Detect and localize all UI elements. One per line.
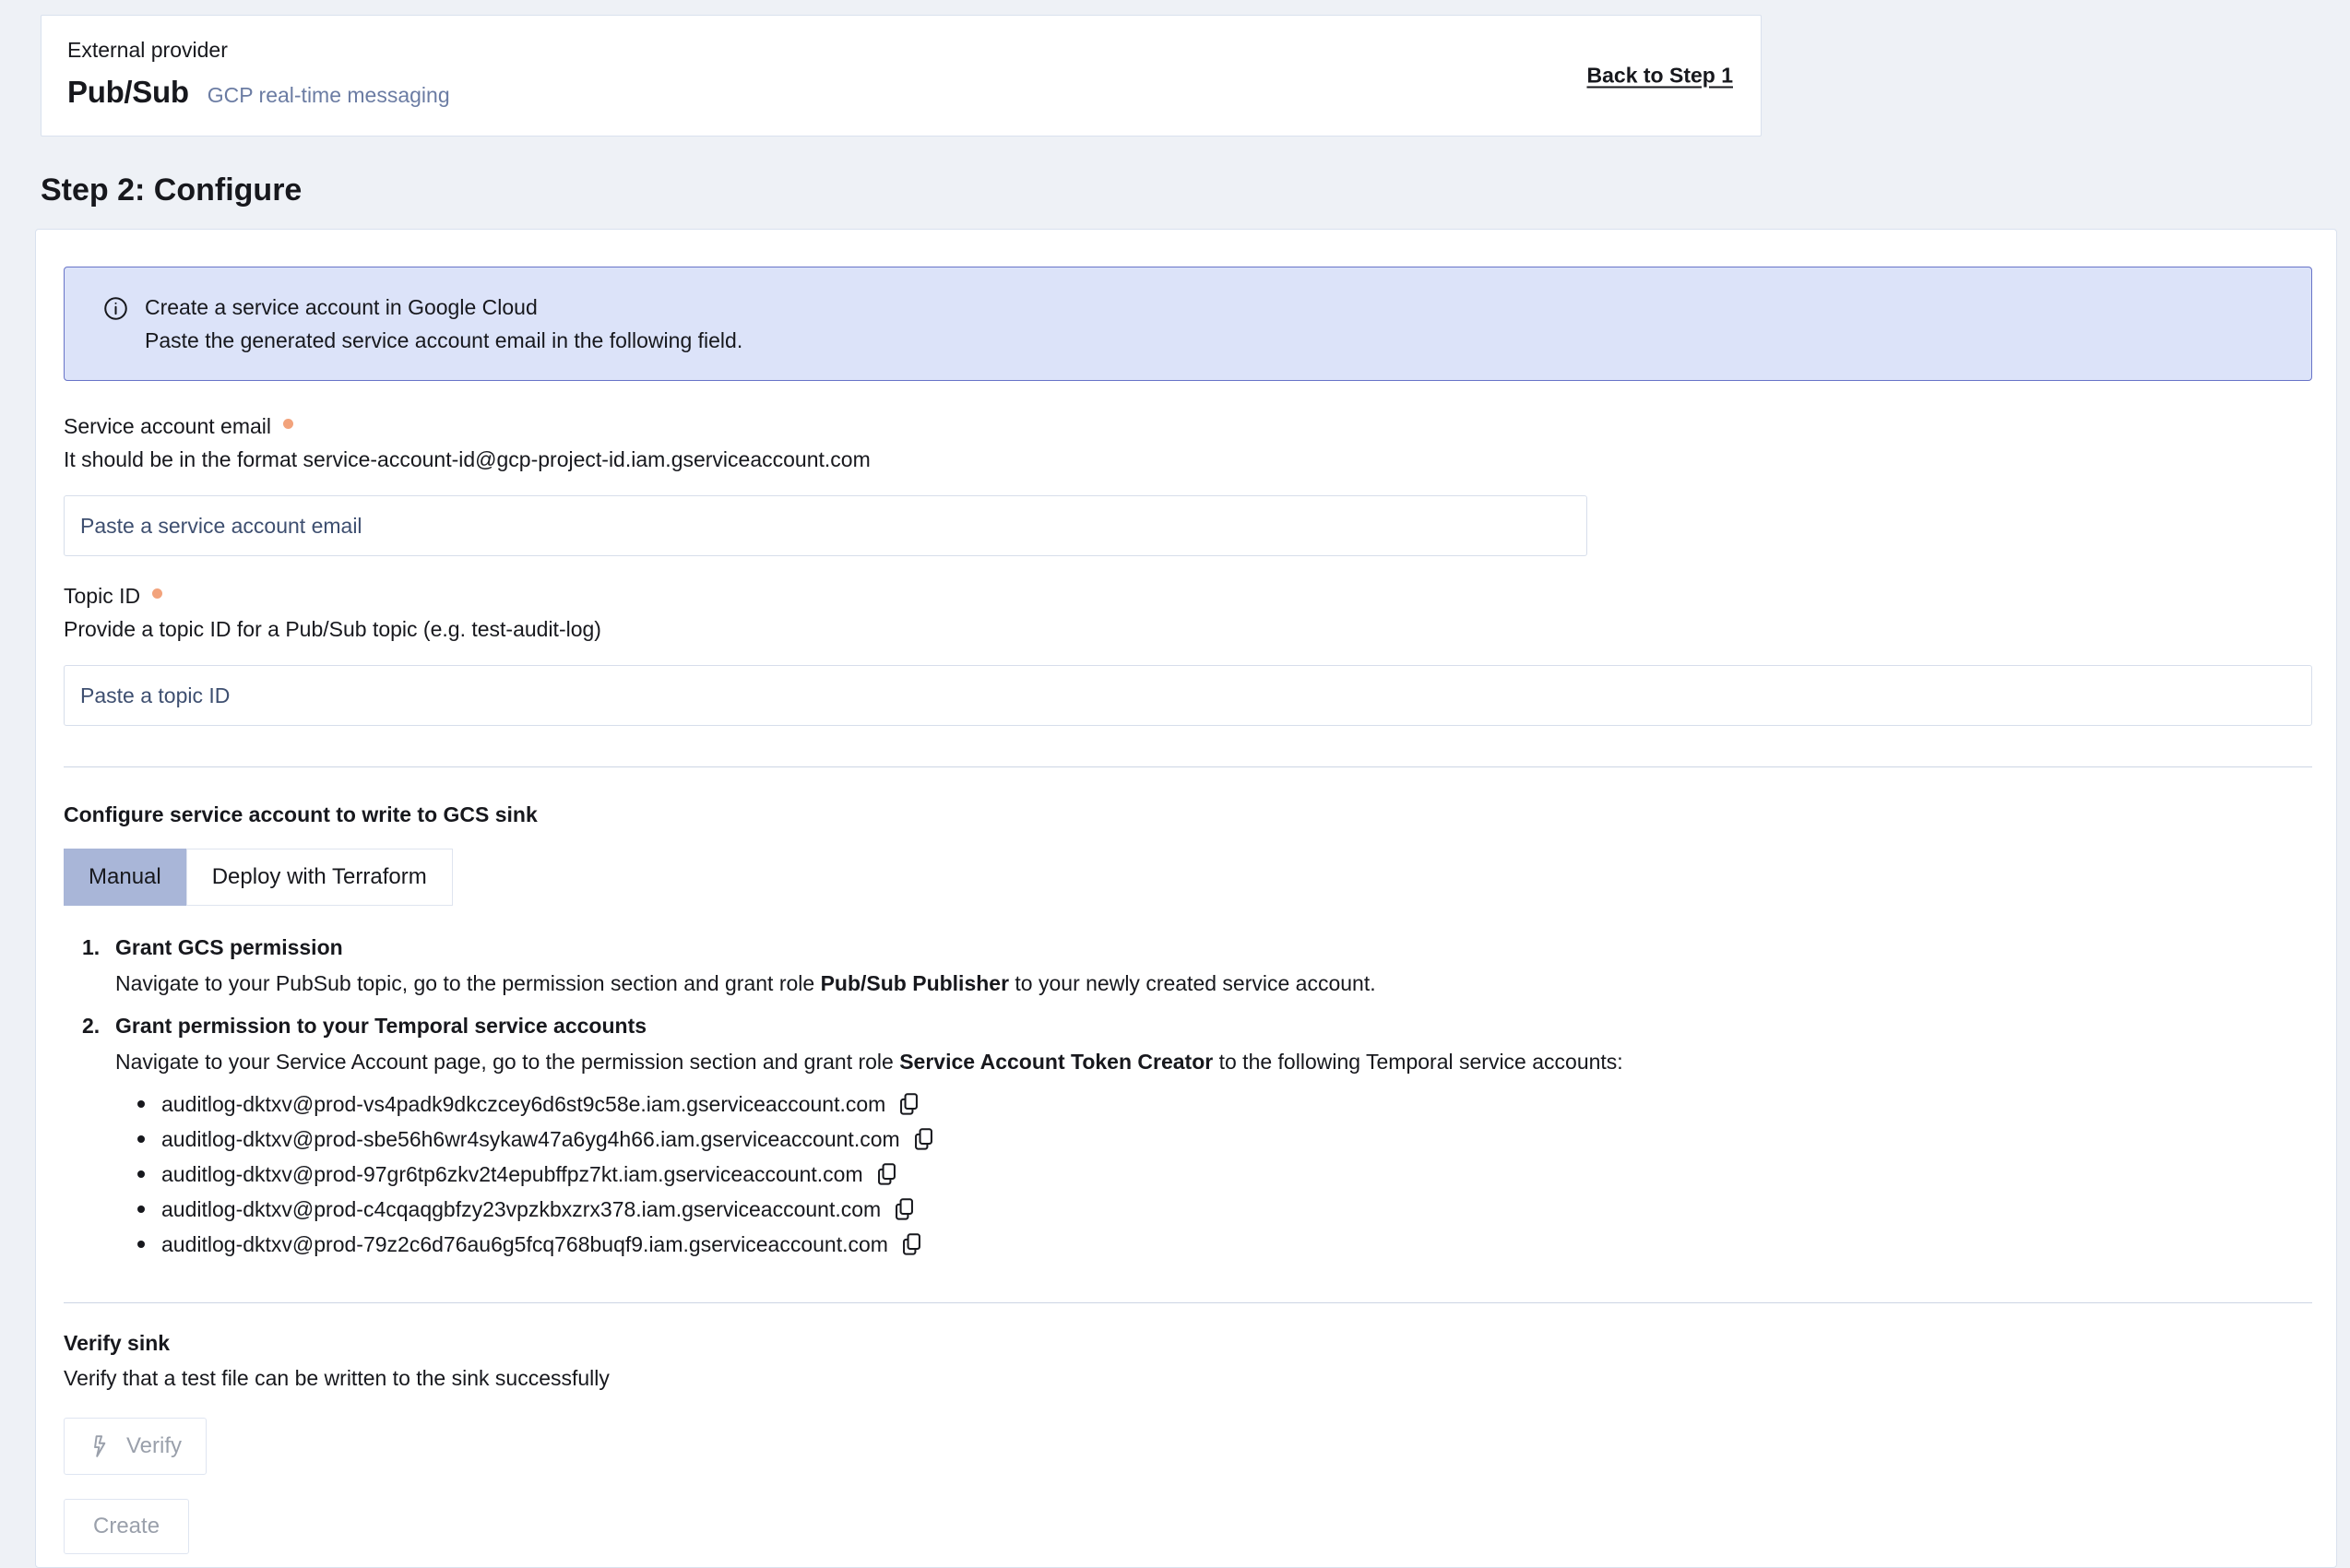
step-body: Navigate to your Service Account page, g… (115, 1048, 2312, 1075)
verify-button-label: Verify (126, 1433, 182, 1459)
step-body: Navigate to your PubSub topic, go to the… (115, 969, 2312, 997)
section-divider (64, 766, 2312, 767)
service-account-email-field-group: Service account email It should be in th… (64, 412, 2312, 556)
step-body-role-name: Pub/Sub Publisher (821, 971, 1009, 995)
topic-id-helper: Provide a topic ID for a Pub/Sub topic (… (64, 615, 2312, 643)
back-to-step-1-link[interactable]: Back to Step 1 (1587, 64, 1734, 89)
copy-icon (901, 1232, 922, 1257)
copy-button[interactable] (894, 1197, 915, 1222)
copy-icon (898, 1092, 920, 1117)
step-grant-temporal-permission: Grant permission to your Temporal servic… (89, 1012, 2312, 1262)
copy-icon (876, 1162, 897, 1187)
info-banner-text: Create a service account in Google Cloud… (145, 291, 742, 357)
provider-eyebrow: External provider (67, 36, 1735, 64)
verify-sink-heading: Verify sink (64, 1329, 2312, 1357)
service-account-row: auditlog-dktxv@prod-97gr6tp6zkv2t4epubff… (137, 1157, 2312, 1192)
service-account-email-label-row: Service account email (64, 412, 2312, 440)
service-account-email-helper: It should be in the format service-accou… (64, 445, 2312, 473)
step-title: Grant permission to your Temporal servic… (115, 1012, 2312, 1039)
service-account-email-input[interactable] (64, 495, 1587, 556)
section-divider (64, 1302, 2312, 1303)
service-account-email: auditlog-dktxv@prod-c4cqaqgbfzy23vpzkbxz… (161, 1197, 881, 1222)
create-button-label: Create (93, 1514, 160, 1539)
verify-button-row: Verify (64, 1392, 2312, 1475)
provider-name-row: Pub/Sub GCP real-time messaging (67, 75, 1735, 110)
service-account-email: auditlog-dktxv@prod-97gr6tp6zkv2t4epubff… (161, 1162, 863, 1187)
info-banner-title: Create a service account in Google Cloud (145, 291, 742, 324)
lightning-bolt-icon (89, 1434, 113, 1458)
service-account-row: auditlog-dktxv@prod-c4cqaqgbfzy23vpzkbxz… (137, 1192, 2312, 1227)
service-account-email: auditlog-dktxv@prod-vs4padk9dkczcey6d6st… (161, 1092, 885, 1117)
copy-button[interactable] (898, 1092, 920, 1117)
topic-id-label-row: Topic ID (64, 582, 2312, 610)
service-account-email: auditlog-dktxv@prod-sbe56h6wr4sykaw47a6y… (161, 1127, 900, 1152)
tab-deploy-with-terraform[interactable]: Deploy with Terraform (186, 849, 453, 906)
provider-name: Pub/Sub (67, 75, 189, 110)
verify-sink-description: Verify that a test file can be written t… (64, 1364, 2312, 1392)
step-body-text: to your newly created service account. (1009, 971, 1376, 995)
info-banner-body: Paste the generated service account emai… (145, 324, 742, 357)
topic-id-input[interactable] (64, 665, 2312, 726)
step-grant-gcs-permission: Grant GCS permission Navigate to your Pu… (89, 933, 2312, 997)
configure-steps: Grant GCS permission Navigate to your Pu… (64, 933, 2312, 1262)
provider-header-card: External provider Pub/Sub GCP real-time … (41, 15, 1762, 137)
required-dot (152, 588, 162, 599)
service-account-row: auditlog-dktxv@prod-vs4padk9dkczcey6d6st… (137, 1087, 2312, 1122)
tab-manual[interactable]: Manual (64, 849, 186, 906)
step-body-role-name: Service Account Token Creator (899, 1050, 1213, 1074)
step-body-text: Navigate to your PubSub topic, go to the… (115, 971, 821, 995)
configure-tabs: Manual Deploy with Terraform (64, 849, 453, 906)
copy-icon (913, 1127, 934, 1152)
info-circle-icon (103, 296, 128, 326)
provider-subtitle: GCP real-time messaging (208, 83, 450, 108)
configure-card: Create a service account in Google Cloud… (35, 229, 2337, 1568)
service-account-row: auditlog-dktxv@prod-79z2c6d76au6g5fcq768… (137, 1227, 2312, 1262)
verify-button[interactable]: Verify (64, 1418, 207, 1475)
service-account-row: auditlog-dktxv@prod-sbe56h6wr4sykaw47a6y… (137, 1122, 2312, 1157)
copy-icon (894, 1197, 915, 1222)
service-accounts-list: auditlog-dktxv@prod-vs4padk9dkczcey6d6st… (115, 1087, 2312, 1262)
create-button[interactable]: Create (64, 1499, 189, 1554)
copy-button[interactable] (876, 1162, 897, 1187)
step-body-text: Navigate to your Service Account page, g… (115, 1050, 899, 1074)
configure-section-heading: Configure service account to write to GC… (64, 801, 2312, 828)
copy-button[interactable] (901, 1232, 922, 1257)
create-button-row: Create (64, 1475, 2312, 1554)
step-title: Grant GCS permission (115, 933, 2312, 961)
copy-button[interactable] (913, 1127, 934, 1152)
page-title: Step 2: Configure (41, 172, 2350, 208)
service-account-email-label: Service account email (64, 412, 271, 440)
required-dot (283, 419, 293, 429)
topic-id-label: Topic ID (64, 582, 140, 610)
info-banner: Create a service account in Google Cloud… (64, 267, 2312, 381)
step-body-text: to the following Temporal service accoun… (1213, 1050, 1622, 1074)
service-account-email: auditlog-dktxv@prod-79z2c6d76au6g5fcq768… (161, 1232, 888, 1257)
topic-id-field-group: Topic ID Provide a topic ID for a Pub/Su… (64, 582, 2312, 726)
